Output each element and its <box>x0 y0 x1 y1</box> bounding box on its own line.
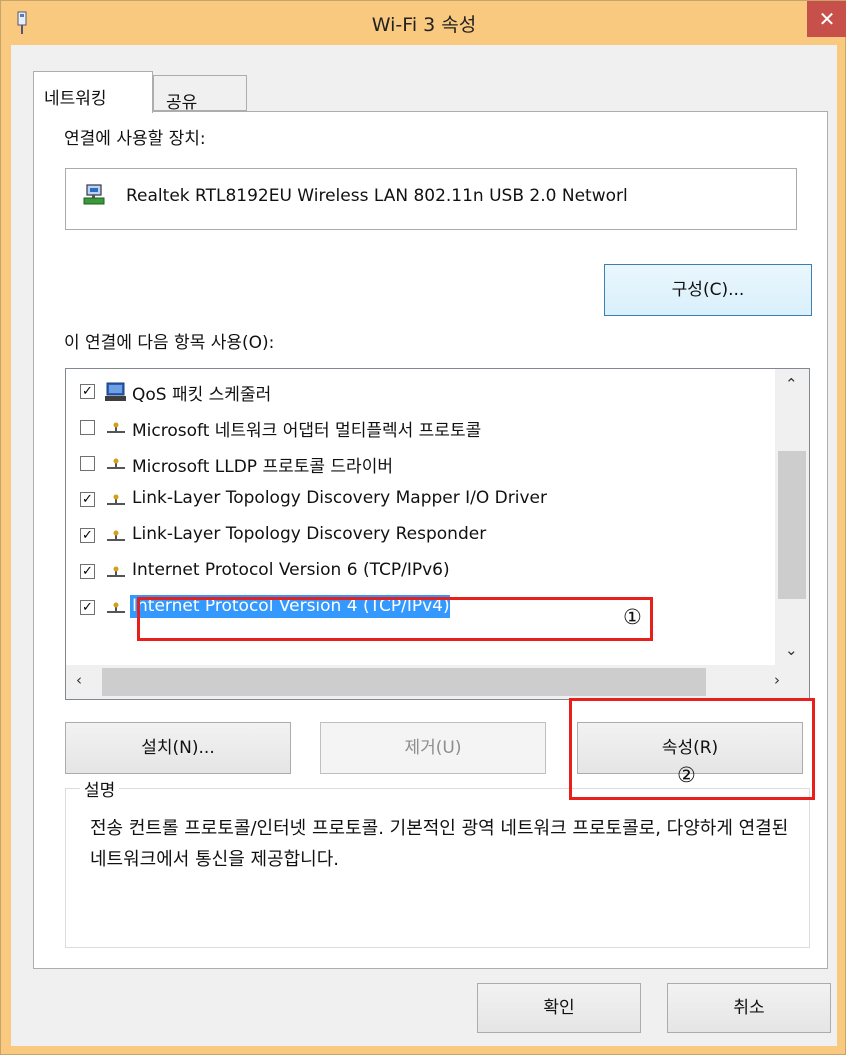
properties-window: Wi-Fi 3 속성 ✕ 네트워킹 공유 연결에 사용할 장치: Realtek… <box>0 0 846 1055</box>
list-item[interactable]: ✓ QoS 패킷 스케줄러 <box>66 375 766 409</box>
protocol-icon <box>107 422 125 433</box>
description-title: 설명 <box>80 776 120 801</box>
device-field[interactable]: Realtek RTL8192EU Wireless LAN 802.11n U… <box>65 168 797 230</box>
scroll-down-icon[interactable]: ⌄ <box>785 641 798 659</box>
tab-networking[interactable]: 네트워킹 <box>33 71 153 113</box>
list-item[interactable]: Microsoft LLDP 프로토콜 드라이버 <box>66 447 766 481</box>
install-button[interactable]: 설치(N)... <box>65 722 291 774</box>
item-label: Internet Protocol Version 6 (TCP/IPv6) <box>132 560 450 580</box>
description-text: 전송 컨트롤 프로토콜/인터넷 프로토콜. 기본적인 광역 네트워크 프로토콜로… <box>90 818 789 870</box>
cancel-button[interactable]: 취소 <box>667 983 831 1033</box>
list-item[interactable]: ✓ Link-Layer Topology Discovery Mapper I… <box>66 483 766 517</box>
vertical-scrollbar[interactable]: ⌃ ⌄ <box>775 369 809 665</box>
item-checkbox[interactable]: ✓ <box>80 564 95 579</box>
horizontal-scrollbar[interactable]: ‹ › <box>66 665 809 699</box>
list-item[interactable]: Microsoft 네트워크 어댑터 멀티플렉서 프로토콜 <box>66 411 766 445</box>
items-label: 이 연결에 다음 항목 사용(O): <box>64 333 275 353</box>
item-checkbox[interactable]: ✓ <box>80 600 95 615</box>
item-label: Microsoft 네트워크 어댑터 멀티플렉서 프로토콜 <box>132 421 482 441</box>
list-item[interactable]: ✓ Internet Protocol Version 6 (TCP/IPv6) <box>66 555 766 589</box>
protocol-icon <box>107 494 125 505</box>
horizontal-scroll-thumb[interactable] <box>102 668 706 696</box>
item-checkbox[interactable]: ✓ <box>80 528 95 543</box>
item-checkbox[interactable]: ✓ <box>80 384 95 399</box>
item-label: Link-Layer Topology Discovery Responder <box>132 524 487 544</box>
close-button[interactable]: ✕ <box>807 1 846 37</box>
scroll-up-icon[interactable]: ⌃ <box>785 375 798 393</box>
connect-using-label: 연결에 사용할 장치: <box>64 129 206 149</box>
dialog-client: 네트워킹 공유 연결에 사용할 장치: Realtek RTL8192EU Wi… <box>11 45 837 1046</box>
scroll-right-icon[interactable]: › <box>774 671 780 689</box>
ok-button[interactable]: 확인 <box>477 983 641 1033</box>
scheduler-icon <box>105 382 126 401</box>
protocol-icon <box>107 602 125 613</box>
network-adapter-icon <box>83 184 105 205</box>
uninstall-button[interactable]: 제거(U) <box>320 722 546 774</box>
device-name: Realtek RTL8192EU Wireless LAN 802.11n U… <box>126 186 628 206</box>
description-group: 설명 전송 컨트롤 프로토콜/인터넷 프로토콜. 기본적인 광역 네트워크 프로… <box>65 776 810 948</box>
list-item[interactable]: ✓ Link-Layer Topology Discovery Responde… <box>66 519 766 553</box>
item-label: Link-Layer Topology Discovery Mapper I/O… <box>132 488 547 508</box>
title-bar[interactable]: Wi-Fi 3 속성 ✕ <box>1 1 846 45</box>
scroll-left-icon[interactable]: ‹ <box>76 671 82 689</box>
protocol-icon <box>107 566 125 577</box>
tab-panel: 연결에 사용할 장치: Realtek RTL8192EU Wireless L… <box>33 111 828 969</box>
window-title: Wi-Fi 3 속성 <box>371 14 477 36</box>
item-checkbox[interactable] <box>80 420 95 435</box>
protocol-icon <box>107 458 125 469</box>
marker-2: ② <box>677 763 696 787</box>
item-label: QoS 패킷 스케줄러 <box>132 385 272 405</box>
tab-sharing[interactable]: 공유 <box>153 75 247 113</box>
item-checkbox[interactable] <box>80 456 95 471</box>
protocol-icon <box>107 530 125 541</box>
configure-button[interactable]: 구성(C)... <box>604 264 812 316</box>
components-list[interactable]: ✓ QoS 패킷 스케줄러 Microsoft 네트워크 어댑터 멀티플렉서 프… <box>65 368 810 700</box>
item-checkbox[interactable]: ✓ <box>80 492 95 507</box>
marker-1: ① <box>623 605 642 629</box>
vertical-scroll-thumb[interactable] <box>778 451 806 599</box>
item-label: Microsoft LLDP 프로토콜 드라이버 <box>132 457 393 477</box>
highlight-box-1 <box>137 597 653 641</box>
